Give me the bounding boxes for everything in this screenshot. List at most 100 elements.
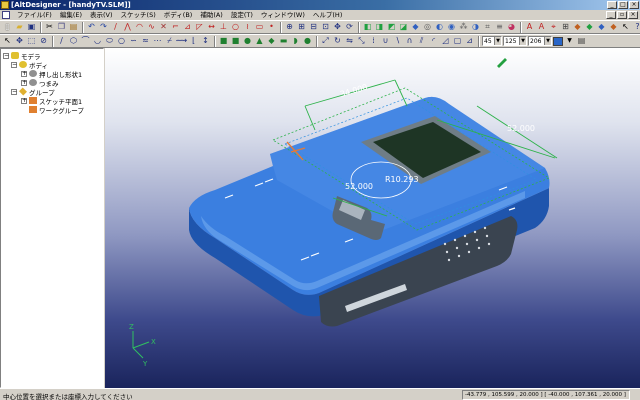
shell-body-icon[interactable]: ▢: [452, 36, 463, 47]
wave-icon[interactable]: ≈: [140, 36, 151, 47]
spline-icon[interactable]: ∽: [128, 36, 139, 47]
box-select-icon[interactable]: ⬚: [26, 36, 37, 47]
solid-icon[interactable]: ●: [302, 36, 313, 47]
maximize-button[interactable]: □: [618, 1, 628, 9]
block-extrude-icon[interactable]: ■: [230, 36, 241, 47]
circle-tool-icon[interactable]: ○: [230, 22, 241, 33]
scale-body-icon[interactable]: ⤡: [356, 36, 367, 47]
ellipse-icon[interactable]: ⬭: [104, 36, 115, 47]
array-icon[interactable]: ⁞: [368, 36, 379, 47]
sweep-icon[interactable]: ◪: [398, 22, 409, 33]
redo-icon[interactable]: ↷: [98, 22, 109, 33]
cone-icon[interactable]: ▲: [254, 36, 265, 47]
body-color-swatch[interactable]: [553, 36, 563, 46]
color-dropdown-icon[interactable]: ▼: [564, 36, 575, 47]
sketch-plane-icon[interactable]: ◧: [362, 22, 373, 33]
menu-edit[interactable]: 編集(E): [56, 10, 86, 20]
body-color-icon[interactable]: ◆: [572, 22, 583, 33]
3d-viewport[interactable]: 34.000 52.000 52.000 R10.293 Z X Y: [105, 48, 640, 388]
snap-icon[interactable]: ⌖: [548, 22, 559, 33]
font-icon[interactable]: A: [524, 22, 535, 33]
minimize-button[interactable]: _: [607, 1, 617, 9]
spline-tool-icon[interactable]: ≀: [242, 22, 253, 33]
hole-icon[interactable]: ◉: [446, 22, 457, 33]
zoom-in-icon[interactable]: ⊞: [296, 22, 307, 33]
dimension-label-3[interactable]: 52.000: [345, 182, 373, 191]
constraint-tool-icon[interactable]: ⊥: [218, 22, 229, 33]
polygon-icon[interactable]: ⬡: [68, 36, 79, 47]
line-tool-icon[interactable]: ∕: [110, 22, 121, 33]
extrude-icon[interactable]: ◨: [374, 22, 385, 33]
expand-icon[interactable]: +: [21, 70, 27, 77]
line-icon[interactable]: ∕: [56, 36, 67, 47]
view-angle-3-select[interactable]: 206 ▼: [528, 36, 552, 46]
offset-tool-icon[interactable]: ⊿: [182, 22, 193, 33]
boolean-icon[interactable]: ◑: [470, 22, 481, 33]
menu-file[interactable]: ファイル(F): [13, 10, 56, 20]
help-icon[interactable]: ?: [632, 22, 640, 33]
layer-icon[interactable]: ▤: [576, 36, 587, 47]
properties-icon[interactable]: ≡: [494, 22, 505, 33]
menu-settings[interactable]: 設定(T): [227, 10, 257, 20]
light-icon[interactable]: ◆: [596, 22, 607, 33]
circle-icon[interactable]: ○: [116, 36, 127, 47]
collapse-icon[interactable]: −: [3, 52, 9, 59]
point-tool-icon[interactable]: •: [266, 22, 277, 33]
copy-icon[interactable]: ❐: [56, 22, 67, 33]
text-tool-icon[interactable]: Ａ: [536, 22, 547, 33]
union-icon[interactable]: ∪: [380, 36, 391, 47]
fillet-icon[interactable]: ◐: [434, 22, 445, 33]
move-body-icon[interactable]: ⤢: [320, 36, 331, 47]
subtract-icon[interactable]: ∖: [392, 36, 403, 47]
block-icon[interactable]: ■: [218, 36, 229, 47]
menu-help[interactable]: ヘルプ(H): [309, 10, 346, 20]
menu-assist[interactable]: 補助(A): [196, 10, 227, 20]
fillet-2d-icon[interactable]: ⌊: [188, 36, 199, 47]
collapse-icon[interactable]: −: [11, 88, 17, 95]
dimension-tool-icon[interactable]: ↔: [206, 22, 217, 33]
revolve-icon[interactable]: ◩: [386, 22, 397, 33]
dimension-label-2[interactable]: 52.000: [507, 124, 535, 133]
select-tool-icon[interactable]: ↖: [2, 36, 13, 47]
edge-chamfer-icon[interactable]: ◿: [440, 36, 451, 47]
zoom-icon[interactable]: ⊕: [284, 22, 295, 33]
model-canvas[interactable]: 34.000 52.000 52.000 R10.293 Z X Y: [105, 48, 640, 388]
measure-icon[interactable]: ⌗: [482, 22, 493, 33]
rotate-view-icon[interactable]: ⟳: [344, 22, 355, 33]
arc-tool-icon[interactable]: ◠: [134, 22, 145, 33]
render-icon[interactable]: ◆: [608, 22, 619, 33]
expand-icon[interactable]: +: [21, 97, 27, 104]
document-icon[interactable]: [2, 11, 10, 19]
undo-icon[interactable]: ↶: [86, 22, 97, 33]
collapse-icon[interactable]: −: [11, 61, 17, 68]
shell-icon[interactable]: ◎: [422, 22, 433, 33]
extend-icon[interactable]: ⟿: [176, 36, 187, 47]
expand-icon[interactable]: +: [21, 79, 27, 86]
color-icon[interactable]: ◕: [506, 22, 517, 33]
dimension-label-1[interactable]: 34.000: [339, 83, 368, 99]
mirror-tool-icon[interactable]: ◸: [194, 22, 205, 33]
arc-icon[interactable]: ⌒: [80, 36, 91, 47]
chevron-down-icon[interactable]: ▼: [494, 37, 501, 45]
torus-icon[interactable]: ▬: [278, 36, 289, 47]
move-tool-icon[interactable]: ✥: [14, 36, 25, 47]
mirror-body-icon[interactable]: ⇋: [344, 36, 355, 47]
loft-icon[interactable]: ◆: [410, 22, 421, 33]
new-file-icon[interactable]: ▯: [2, 22, 13, 33]
pattern-icon[interactable]: ⁂: [458, 22, 469, 33]
cylinder-icon[interactable]: ●: [242, 36, 253, 47]
chamfer-tool-icon[interactable]: ⌐: [170, 22, 181, 33]
open-folder-icon[interactable]: ▰: [14, 22, 25, 33]
menu-view[interactable]: 表示(V): [86, 10, 117, 20]
doc-restore-button[interactable]: ▫: [617, 11, 627, 19]
chevron-down-icon[interactable]: ▼: [519, 37, 526, 45]
sphere-icon[interactable]: ◆: [266, 36, 277, 47]
rectangle-tool-icon[interactable]: ▭: [254, 22, 265, 33]
zoom-out-icon[interactable]: ⊟: [308, 22, 319, 33]
doc-minimize-button[interactable]: _: [606, 11, 616, 19]
chevron-down-icon[interactable]: ▼: [544, 37, 551, 45]
wedge-icon[interactable]: ◗: [290, 36, 301, 47]
menu-body[interactable]: ボディ(B): [160, 10, 197, 20]
grid-icon[interactable]: ⊞: [560, 22, 571, 33]
rotate-body-icon[interactable]: ↻: [332, 36, 343, 47]
